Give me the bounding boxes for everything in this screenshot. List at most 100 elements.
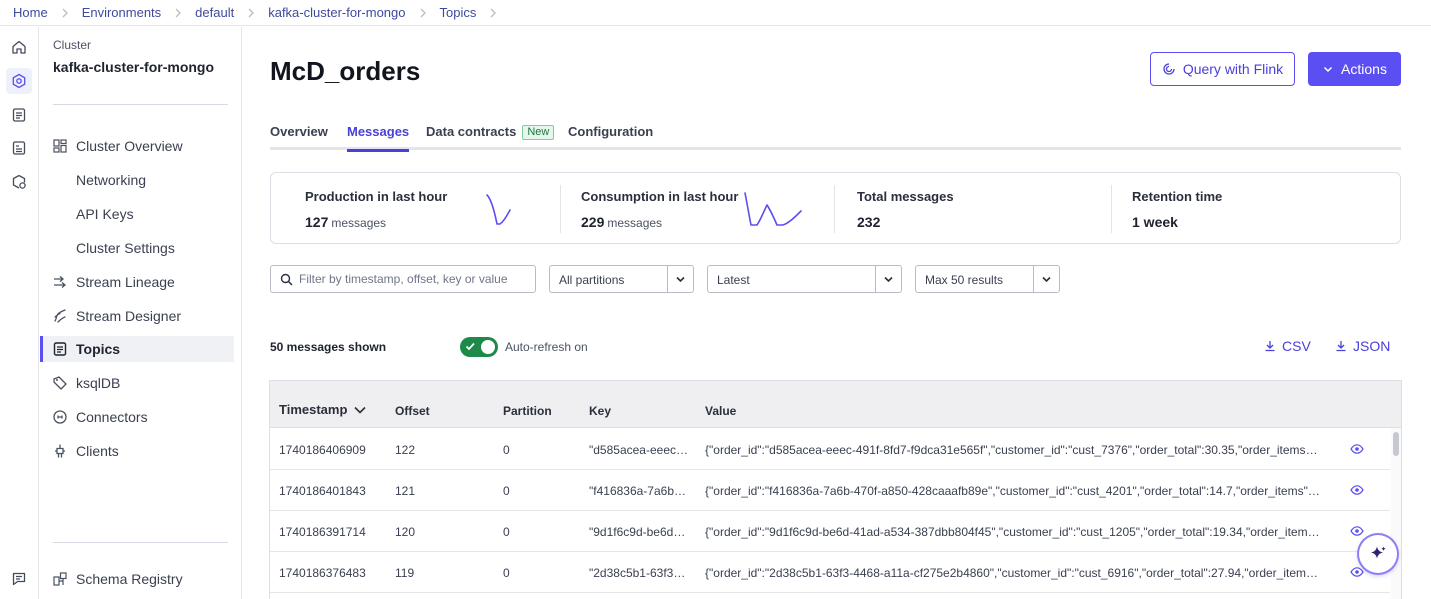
sidebar-item-stream-designer[interactable]: Stream Designer [40,303,242,329]
sidebar-item-cluster-overview[interactable]: Cluster Overview [40,133,242,159]
download-csv-button[interactable]: CSV [1264,338,1311,354]
query-with-flink-button[interactable]: Query with Flink [1150,52,1295,86]
partitions-select[interactable]: All partitions [549,265,694,293]
table-row[interactable]: 1740186376483 119 0 "2d38c5b1-63f3-4... … [270,552,1390,593]
breadcrumb-environments[interactable]: Environments [82,5,161,20]
connectors-icon [53,410,67,424]
auto-refresh-label: Auto-refresh on [505,340,588,354]
view-message-eye-icon[interactable] [1350,526,1364,536]
sidebar-item-topics[interactable]: Topics [40,336,234,362]
column-header-key[interactable]: Key [589,404,611,418]
breadcrumb-default[interactable]: default [195,5,234,20]
home-icon[interactable] [6,34,32,60]
chevron-down-icon [676,276,685,282]
ksqldb-icon [53,376,67,390]
clients-icon [55,444,65,458]
dashboard-icon [53,139,67,153]
tab-data-contracts[interactable]: Data contracts New [426,124,555,152]
table-scrollbar-thumb[interactable] [1393,432,1399,456]
sidebar-item-connectors[interactable]: Connectors [40,404,242,430]
topic-tabs: Overview Messages Data contracts New Conf… [270,119,1401,152]
flink-icon [1163,63,1175,75]
ai-assistant-button[interactable] [1359,535,1397,573]
max-results-select[interactable]: Max 50 results [915,265,1060,293]
column-header-offset[interactable]: Offset [395,404,430,418]
sidebar-item-stream-lineage[interactable]: Stream Lineage [40,269,242,295]
search-icon [280,273,293,286]
schema-registry-icon [53,572,67,586]
stat-divider [560,185,561,233]
max-results-dropdown-button[interactable] [1033,266,1059,292]
sidebar-item-api-keys[interactable]: API Keys [40,201,242,227]
column-header-timestamp[interactable]: Timestamp [279,402,367,417]
billing-icon[interactable] [6,135,32,161]
column-header-partition[interactable]: Partition [503,404,552,418]
sidebar-item-label: API Keys [76,206,134,222]
download-json-button[interactable]: JSON [1335,338,1390,354]
breadcrumb-cluster[interactable]: kafka-cluster-for-mongo [268,5,405,20]
breadcrumb-topics[interactable]: Topics [440,5,477,20]
tab-overview[interactable]: Overview [270,124,328,152]
cell-value: {"order_id":"9d1f6c9d-be6d-41ad-a534-387… [705,525,1321,539]
cell-key: "f416836a-7a6b-4... [589,484,689,498]
actions-label: Actions [1341,61,1387,77]
stat-divider [1111,185,1112,233]
sidebar-divider [53,542,228,543]
integrations-icon[interactable] [6,169,32,195]
tab-configuration[interactable]: Configuration [568,124,653,152]
json-label: JSON [1353,338,1391,354]
cell-offset: 119 [395,566,415,580]
column-header-value[interactable]: Value [705,404,736,418]
tab-data-contracts-label: Data contracts [426,124,517,139]
message-filter-field[interactable] [270,265,536,293]
environments-icon[interactable] [6,68,32,94]
stat-value: 229 messages [581,214,662,230]
sidebar-item-label: Stream Lineage [76,274,175,290]
tab-messages[interactable]: Messages [347,124,410,152]
chevron-right-icon [420,8,426,17]
chevron-right-icon [175,8,182,17]
view-message-eye-icon[interactable] [1350,485,1364,495]
sidebar-item-schema-registry[interactable]: Schema Registry [40,566,242,592]
chevron-down-icon [1042,276,1051,282]
sidebar-item-networking[interactable]: Networking [40,167,242,193]
view-message-eye-icon[interactable] [1350,444,1364,454]
stat-value: 127 messages [305,214,386,230]
cluster-sidebar: Cluster kafka-cluster-for-mongo Cluster … [40,27,242,599]
sidebar-item-label: ksqlDB [76,375,121,391]
cell-partition: 0 [503,484,510,498]
sparkle-icon [1371,546,1386,559]
chevron-right-icon [490,8,497,17]
sidebar-item-label: Cluster Overview [76,138,183,154]
actions-button[interactable]: Actions [1308,52,1401,86]
feedback-icon[interactable] [6,566,32,592]
sidebar-item-ksqldb[interactable]: ksqlDB [40,370,242,396]
cell-offset: 121 [395,484,416,498]
icon-rail [0,27,39,599]
stat-label: Total messages [857,189,954,204]
stat-divider [834,185,835,233]
partitions-dropdown-button[interactable] [667,266,693,292]
breadcrumb-home[interactable]: Home [13,5,48,20]
chevron-down-icon [884,276,893,282]
search-input[interactable] [299,272,519,286]
download-icon [1336,341,1346,352]
sidebar-item-label: Stream Designer [76,308,182,324]
max-results-value: Max 50 results [925,273,1004,287]
offset-mode-dropdown-button[interactable] [875,266,901,292]
view-message-eye-icon[interactable] [1350,567,1364,577]
table-row[interactable]: 1740186401843 121 0 "f416836a-7a6b-4... … [270,470,1390,511]
table-row[interactable]: 1740186391714 120 0 "9d1f6c9d-be6d-4... … [270,511,1390,552]
cell-key: "2d38c5b1-63f3-4... [589,566,689,580]
data-portal-icon[interactable] [6,102,32,128]
topic-main: McD_orders Query with Flink Actions Over… [243,27,1431,599]
offset-mode-select[interactable]: Latest [707,265,902,293]
stat-label: Retention time [1132,189,1223,204]
production-sparkline [486,194,511,225]
sidebar-item-cluster-settings[interactable]: Cluster Settings [40,235,242,261]
sort-chevron-down-icon [354,406,366,414]
sidebar-item-clients[interactable]: Clients [40,438,242,464]
table-row[interactable]: 1740186406909 122 0 "d585acea-eeec-4... … [270,429,1390,470]
auto-refresh-toggle[interactable] [460,337,498,357]
csv-label: CSV [1282,338,1311,354]
